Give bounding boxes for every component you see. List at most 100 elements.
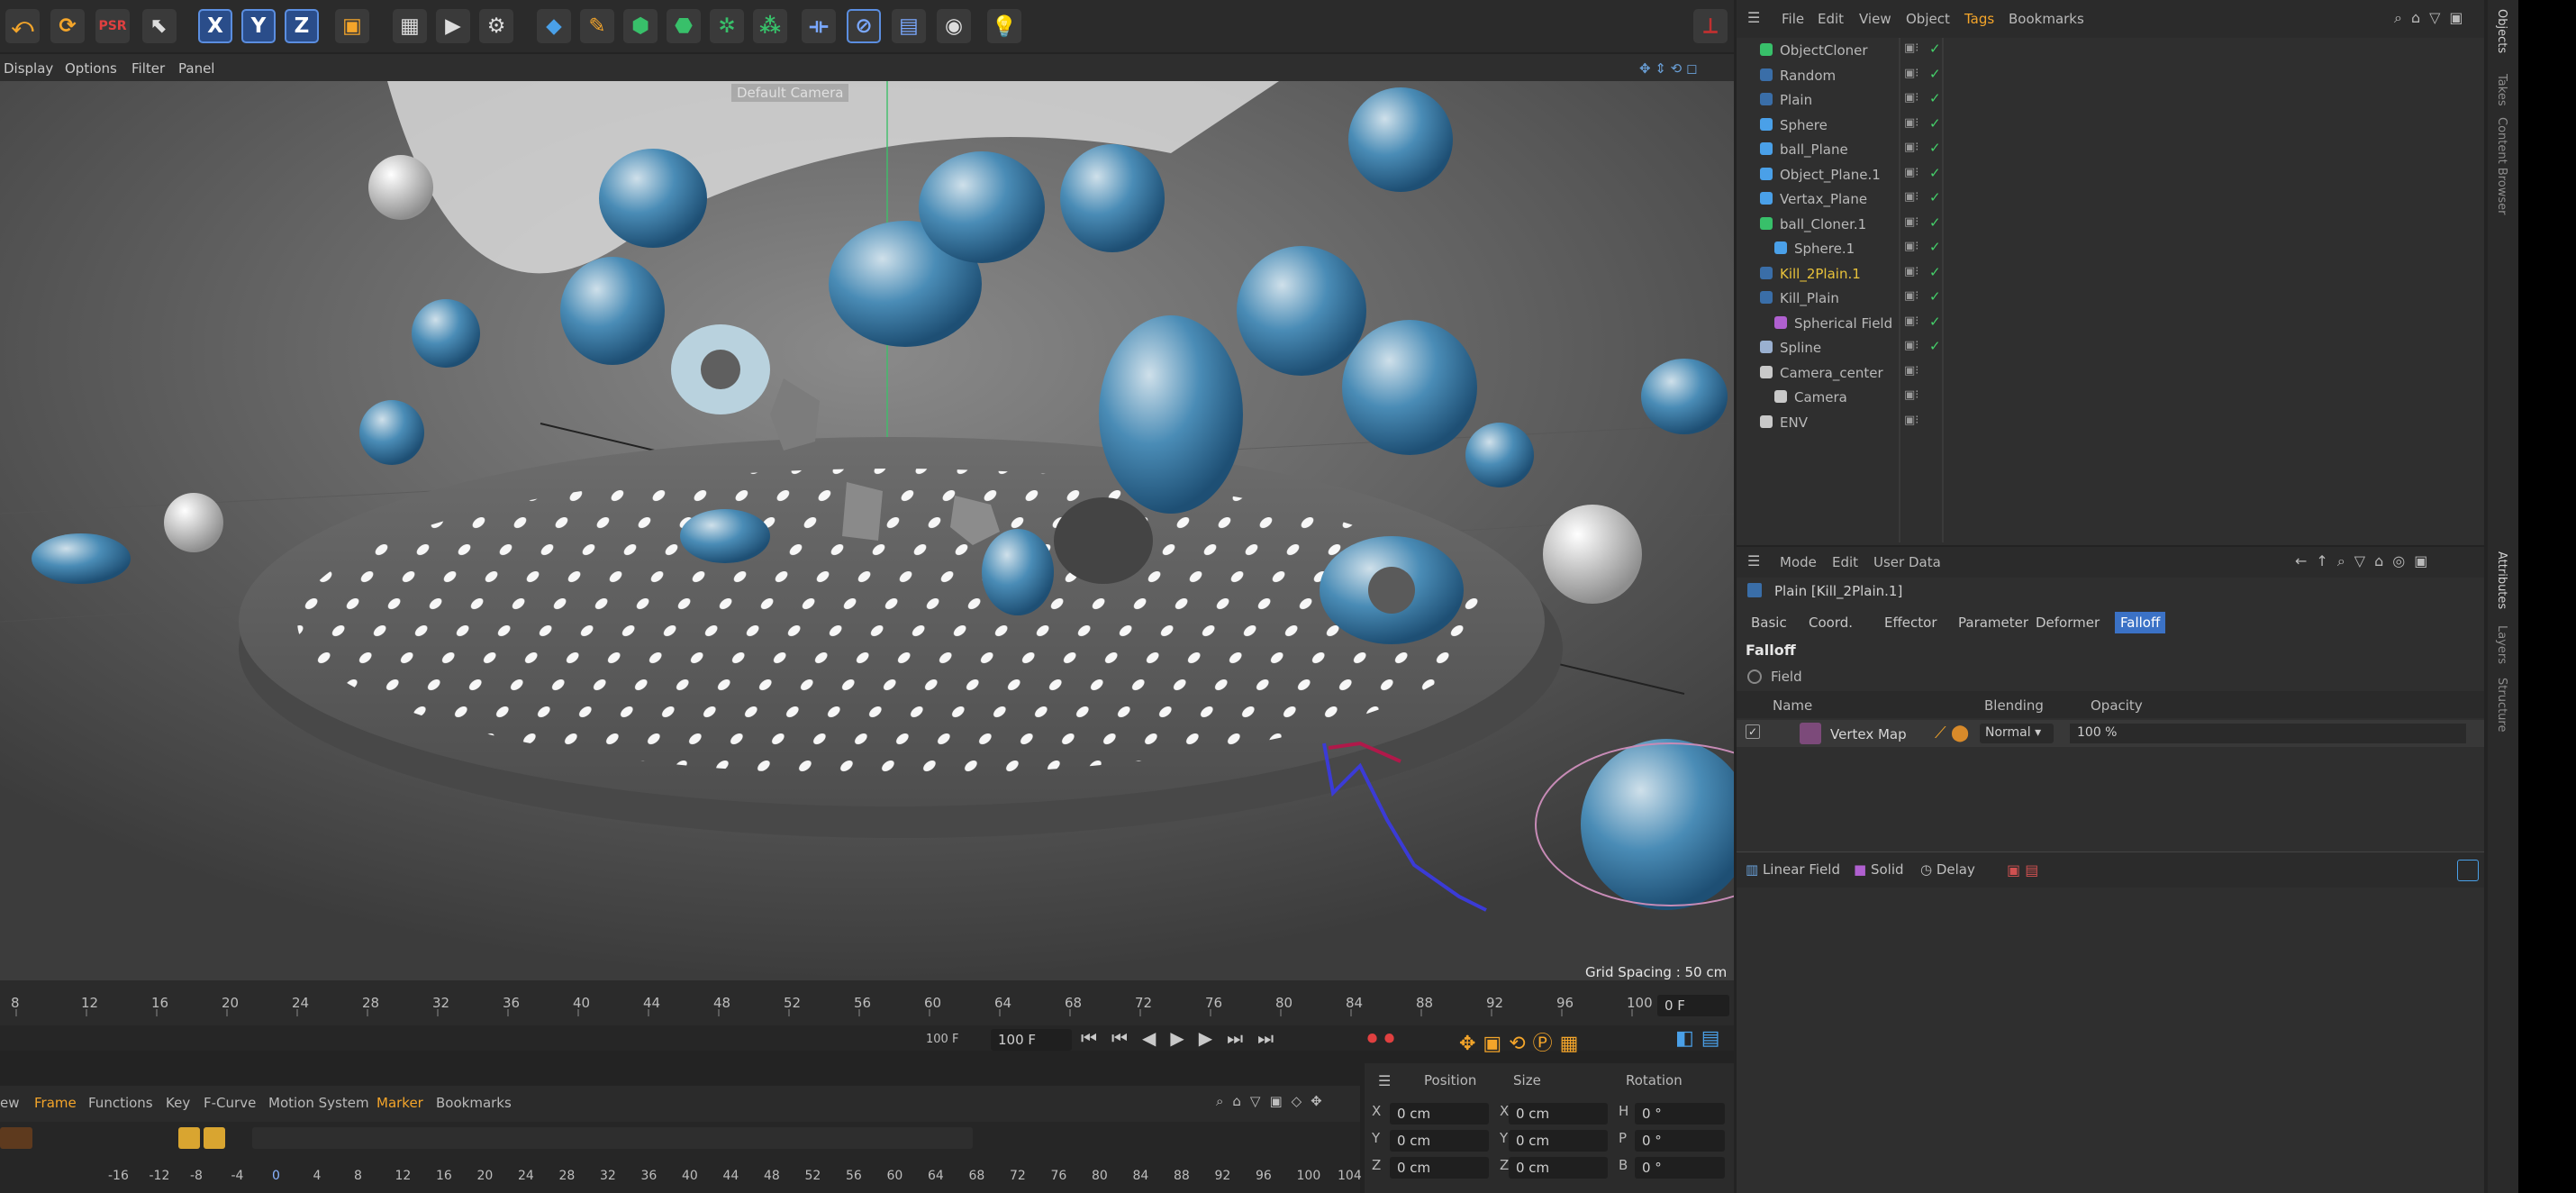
size-field[interactable]: 0 cm	[1509, 1103, 1608, 1125]
object-name[interactable]: ball_Plane	[1780, 141, 1848, 158]
position-field[interactable]: 0 cm	[1390, 1157, 1489, 1179]
menu-view-obj[interactable]: View	[1859, 11, 1891, 27]
visibility-dots-icon[interactable]: ▣⁝	[1904, 215, 1918, 229]
menu-object[interactable]: Object	[1906, 11, 1950, 27]
position-field[interactable]: 0 cm	[1390, 1103, 1489, 1125]
rotation-field[interactable]: 0 °	[1635, 1130, 1725, 1152]
key-icon-2[interactable]	[204, 1127, 225, 1149]
structure-tab[interactable]: Structure	[2495, 678, 2508, 732]
object-row[interactable]: ObjectCloner ▣⁝ ✓	[1737, 38, 2484, 62]
object-name[interactable]: Sphere.1	[1794, 241, 1855, 257]
field-layer-row[interactable]: ✓ Vertex Map ⟋ ⬤ Normal ▾ 100 %	[1737, 720, 2484, 747]
attr-tab-effector[interactable]: Effector	[1879, 612, 1943, 633]
z-axis-lock-icon[interactable]: Z	[285, 9, 319, 43]
enable-check-icon[interactable]: ✓	[1929, 264, 1941, 280]
rotation-field[interactable]: 0 °	[1635, 1157, 1725, 1179]
attr-tab-coord[interactable]: Coord.	[1803, 612, 1858, 633]
object-name[interactable]: ball_Cloner.1	[1780, 216, 1866, 232]
menu-functions[interactable]: Functions	[88, 1095, 153, 1111]
linear-field-button[interactable]: ▥ Linear Field	[1746, 861, 1840, 878]
object-name[interactable]: Plain	[1780, 92, 1812, 108]
takes-tab[interactable]: Takes	[2495, 74, 2508, 106]
redo-icon[interactable]: ⟳	[50, 9, 85, 43]
enable-check-icon[interactable]: ✓	[1929, 66, 1941, 82]
object-row[interactable]: Object_Plane.1 ▣⁝ ✓	[1737, 162, 2484, 187]
menu-key[interactable]: Key	[166, 1095, 190, 1111]
fcurve-nav-icons[interactable]: ⌕⌂▽▣◇✥	[1216, 1093, 1331, 1109]
object-row[interactable]: Kill_Plain ▣⁝ ✓	[1737, 286, 2484, 310]
enable-check-icon[interactable]: ✓	[1929, 288, 1941, 305]
field-tool-icon[interactable]: ⊘	[847, 9, 881, 43]
visibility-dots-icon[interactable]: ▣⁝	[1904, 364, 1918, 378]
visibility-dots-icon[interactable]: ▣⁝	[1904, 289, 1918, 303]
enable-check-icon[interactable]: ✓	[1929, 338, 1941, 354]
attr-tab-falloff[interactable]: Falloff	[2115, 612, 2166, 633]
record-buttons[interactable]: ⏺⏺	[1367, 1027, 1401, 1050]
object-name[interactable]: Spherical Field	[1794, 315, 1892, 332]
key-icon-1[interactable]	[178, 1127, 200, 1149]
enable-check-icon[interactable]: ✓	[1929, 41, 1941, 57]
deformer-icon[interactable]: ⟛	[802, 9, 836, 43]
end-frame-field[interactable]: 100 F	[991, 1029, 1072, 1051]
scheme-icons[interactable]: ◧▤	[1675, 1027, 1728, 1050]
object-row[interactable]: Camera_center ▣⁝	[1737, 360, 2484, 385]
coords-menu-icon[interactable]: ☰	[1378, 1072, 1391, 1089]
subdivision-icon[interactable]: ⬢	[623, 9, 658, 43]
object-search-icons[interactable]: ⌕⌂▽▣	[2394, 9, 2472, 27]
menu-user-data[interactable]: User Data	[1873, 554, 1941, 570]
y-axis-lock-icon[interactable]: Y	[241, 9, 276, 43]
field-settings-icon[interactable]	[2457, 860, 2479, 881]
object-row[interactable]: Random ▣⁝ ✓	[1737, 63, 2484, 87]
pen-icon[interactable]: ✎	[580, 9, 614, 43]
mograph-icon[interactable]: ⁂	[753, 9, 787, 43]
visibility-dots-icon[interactable]: ▣⁝	[1904, 314, 1918, 328]
menu-bookmarks[interactable]: Bookmarks	[436, 1095, 512, 1111]
x-axis-lock-icon[interactable]: X	[198, 9, 232, 43]
objects-tab[interactable]: Objects	[2495, 9, 2508, 53]
visibility-dots-icon[interactable]: ▣⁝	[1904, 67, 1918, 80]
object-row[interactable]: Plain ▣⁝ ✓	[1737, 87, 2484, 112]
fcurve-tool-1[interactable]	[0, 1127, 32, 1149]
object-name[interactable]: ENV	[1780, 414, 1808, 431]
menu-fcurve[interactable]: F-Curve	[204, 1095, 256, 1111]
object-name[interactable]: Random	[1780, 68, 1836, 84]
object-row[interactable]: Kill_2Plain.1 ▣⁝ ✓	[1737, 261, 2484, 286]
coordinate-system-icon[interactable]: ▣	[335, 9, 369, 43]
menu-options[interactable]: Options	[65, 60, 117, 77]
visibility-dots-icon[interactable]: ▣⁝	[1904, 388, 1918, 402]
menu-view[interactable]: ew	[0, 1095, 20, 1111]
object-name[interactable]: ObjectCloner	[1780, 42, 1868, 59]
blending-select[interactable]: Normal ▾	[1980, 724, 2054, 743]
layer-enable-checkbox[interactable]: ✓	[1746, 724, 1760, 739]
viewport-nav-icon[interactable]: ✥ ⇕ ⟲ ◻	[1639, 60, 1697, 77]
light-icon[interactable]: 💡	[987, 9, 1021, 43]
object-row[interactable]: Spherical Field ▣⁝ ✓	[1737, 311, 2484, 335]
visibility-dots-icon[interactable]: ▣⁝	[1904, 339, 1918, 352]
camera-label[interactable]: Default Camera	[731, 84, 849, 102]
visibility-dots-icon[interactable]: ▣⁝	[1904, 91, 1918, 105]
enable-check-icon[interactable]: ✓	[1929, 140, 1941, 156]
undo-icon[interactable]: ⤺	[5, 9, 40, 43]
menu-edit[interactable]: Edit	[1818, 11, 1844, 27]
timeline-ruler[interactable]: 8 12 16 20 24 28 32 36 40 44 48 52 56 60 64 68 72 76 80 84 8…	[0, 980, 1653, 1025]
cloner-tool-icon[interactable]: ✲	[710, 9, 744, 43]
solid-button[interactable]: ■ Solid	[1854, 861, 1904, 878]
object-row[interactable]: Camera ▣⁝	[1737, 385, 2484, 409]
field-radio[interactable]	[1747, 669, 1762, 684]
object-name[interactable]: Sphere	[1780, 117, 1828, 133]
visibility-dots-icon[interactable]: ▣⁝	[1904, 265, 1918, 278]
object-name[interactable]: Camera	[1794, 389, 1847, 405]
menu-tags[interactable]: Tags	[1964, 11, 1994, 27]
playback-controls[interactable]: ⏮⏮◀▶▶⏭⏭	[1081, 1027, 1288, 1049]
content-browser-tab[interactable]: Content Browser	[2495, 117, 2508, 215]
end-frame-a[interactable]: 100 F	[926, 1033, 958, 1046]
size-field[interactable]: 0 cm	[1509, 1157, 1608, 1179]
object-row[interactable]: Vertax_Plane ▣⁝ ✓	[1737, 187, 2484, 211]
object-row[interactable]: Spline ▣⁝ ✓	[1737, 335, 2484, 360]
visibility-dots-icon[interactable]: ▣⁝	[1904, 41, 1918, 55]
visibility-dots-icon[interactable]: ▣⁝	[1904, 190, 1918, 204]
object-row[interactable]: Sphere ▣⁝ ✓	[1737, 113, 2484, 137]
visibility-dots-icon[interactable]: ▣⁝	[1904, 414, 1918, 427]
field-layer-icon[interactable]: ▣ ▤	[2007, 861, 2038, 879]
menu-filter[interactable]: Filter	[132, 60, 165, 77]
